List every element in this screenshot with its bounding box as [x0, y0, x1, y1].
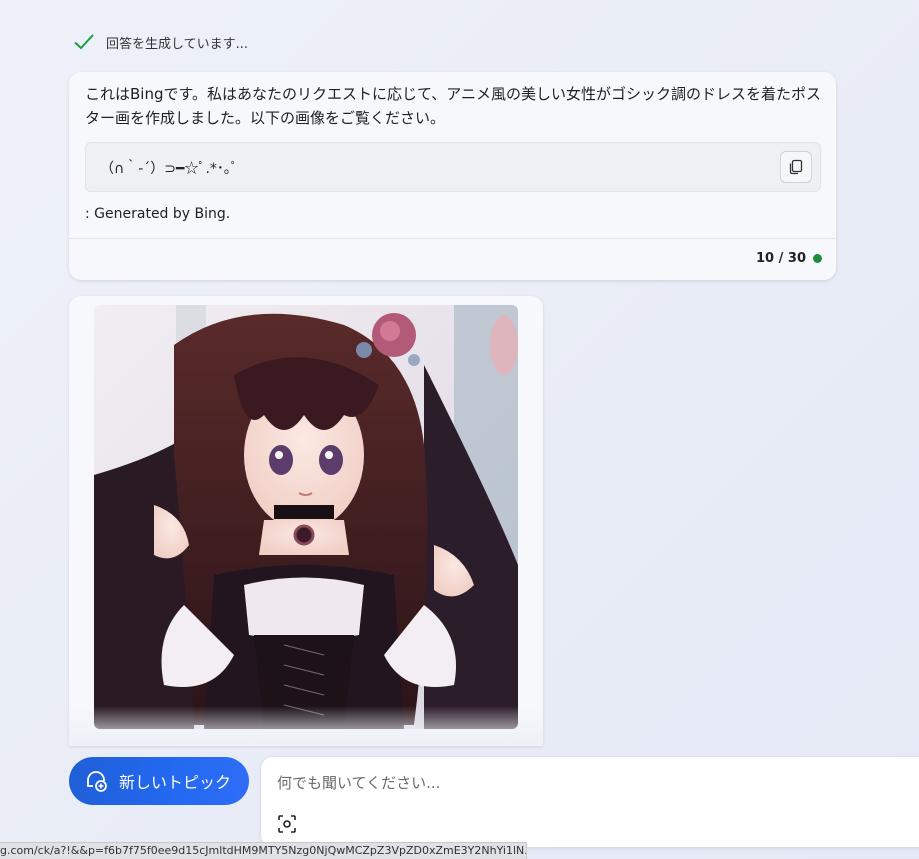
status-text: 回答を生成しています...	[106, 36, 249, 52]
new-topic-label: 新しいトピック	[119, 773, 232, 792]
anime-illustration	[94, 305, 518, 729]
check-icon	[74, 34, 94, 50]
generated-by-text: : Generated by Bing.	[85, 206, 231, 222]
message-text: これはBingです。私はあなたのリクエストに応じて、アニメ風の美しい女性がゴシッ…	[85, 85, 821, 127]
scroll-fade	[69, 706, 543, 746]
bot-message-card: これはBingです。私はあなたのリクエストに応じて、アニメ風の美しい女性がゴシッ…	[69, 72, 836, 280]
new-chat-icon	[87, 771, 107, 792]
chat-input[interactable]: 何でも聞いてください...	[261, 757, 919, 847]
image-card	[69, 296, 543, 746]
chat-input-placeholder: 何でも聞いてください...	[277, 774, 441, 792]
new-topic-button[interactable]: 新しいトピック	[69, 757, 249, 805]
response-status: 回答を生成しています...	[72, 30, 248, 54]
code-text: （∩｀-´）⊃━☆ﾟ.*･｡ﾟ	[100, 161, 238, 177]
copy-button[interactable]	[780, 151, 812, 183]
status-bar-url: g.com/ck/a?!&&p=f6b7f75f0ee9d15cJmltdHM9…	[0, 842, 527, 859]
status-dot	[813, 254, 822, 263]
generated-image[interactable]	[94, 305, 518, 729]
visual-search-icon[interactable]	[277, 814, 297, 834]
code-block: （∩｀-´）⊃━☆ﾟ.*･｡ﾟ	[85, 142, 821, 192]
divider	[69, 238, 836, 239]
turn-counter-text: 10 / 30	[756, 251, 806, 266]
turn-counter: 10 / 30	[756, 251, 822, 266]
copy-icon	[789, 159, 803, 175]
